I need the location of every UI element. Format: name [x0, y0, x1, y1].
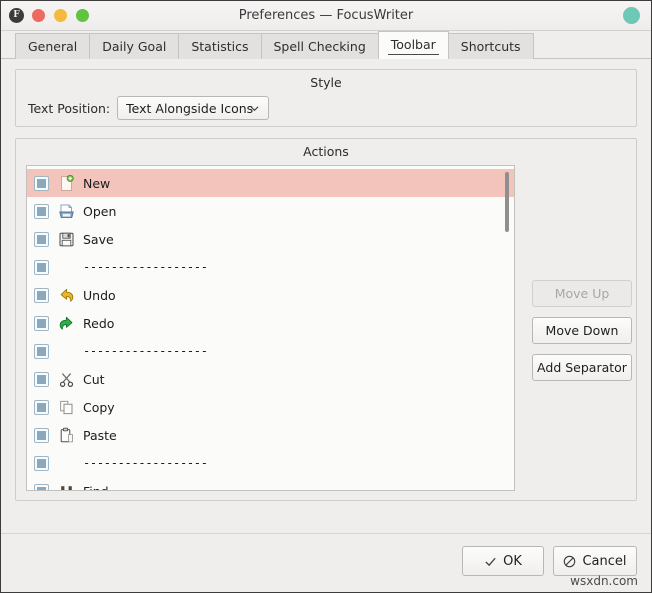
preferences-window: F Preferences — FocusWriter General Daily… — [0, 0, 652, 593]
action-label: Copy — [83, 399, 115, 415]
action-visible-checkbox[interactable] — [34, 203, 49, 219]
action-visible-checkbox[interactable] — [34, 287, 49, 303]
action-label: Cut — [83, 371, 105, 387]
tab-statistics[interactable]: Statistics — [178, 33, 262, 59]
action-label: Undo — [83, 287, 116, 303]
actions-inner: New Open Save ------------------ Undo Redo ---… — [26, 165, 632, 491]
action-row[interactable]: New — [27, 169, 514, 197]
actions-list-scrollbar[interactable] — [503, 168, 511, 488]
actions-groupbox-title: Actions — [303, 144, 349, 159]
tab-label: Statistics — [191, 39, 249, 54]
action-visible-checkbox[interactable] — [34, 231, 49, 247]
style-groupbox: Style Text Position: Text Alongside Icon… — [15, 69, 637, 127]
move-down-button[interactable]: Move Down — [532, 317, 632, 344]
move-up-button[interactable]: Move Up — [532, 280, 632, 307]
action-separator-row[interactable]: ------------------ — [27, 253, 514, 281]
open-folder-icon — [58, 203, 75, 220]
tab-toolbar[interactable]: Toolbar — [377, 31, 449, 59]
ok-button[interactable]: OK — [462, 546, 544, 576]
tab-general[interactable]: General — [15, 33, 91, 59]
add-separator-button[interactable]: Add Separator — [532, 354, 632, 381]
action-visible-checkbox[interactable] — [34, 259, 49, 275]
action-label: Paste — [83, 427, 117, 443]
text-position-label: Text Position: — [28, 100, 111, 116]
action-label: Open — [83, 203, 117, 219]
action-visible-checkbox[interactable] — [34, 371, 49, 387]
title-bar: F Preferences — FocusWriter — [1, 1, 651, 31]
maximize-button[interactable] — [76, 9, 89, 22]
style-groupbox-title: Style — [310, 75, 342, 90]
minimize-button[interactable] — [54, 9, 67, 22]
preferences-pane: Style Text Position: Text Alongside Icon… — [1, 59, 651, 533]
actions-side-buttons: Move Up Move Down Add Separator — [515, 165, 632, 491]
action-label: Save — [83, 231, 114, 247]
actions-list[interactable]: New Open Save ------------------ Undo Redo ---… — [26, 165, 515, 491]
actions-list-scrollbar-thumb[interactable] — [505, 172, 509, 232]
tab-bar: General Daily Goal Statistics Spell Checkin… — [1, 31, 651, 59]
check-icon — [484, 555, 497, 568]
action-row[interactable]: Open — [27, 197, 514, 225]
titlebar-accent-circle-icon — [623, 7, 640, 24]
action-label: Find — [83, 483, 109, 491]
scissors-icon — [58, 371, 75, 388]
text-position-row: Text Position: Text Alongside Icons — [16, 96, 636, 120]
tab-shortcuts[interactable]: Shortcuts — [447, 33, 534, 59]
action-label: New — [83, 175, 111, 191]
tab-label: Daily Goal — [102, 39, 167, 54]
tab-label: Toolbar — [390, 37, 436, 52]
cancel-button-label: Cancel — [582, 553, 627, 569]
action-label: ------------------ — [83, 260, 208, 274]
action-visible-checkbox[interactable] — [34, 315, 49, 331]
action-row[interactable]: Save — [27, 225, 514, 253]
action-row[interactable]: Undo — [27, 281, 514, 309]
text-position-value: Text Alongside Icons — [126, 100, 254, 116]
action-label: ------------------ — [83, 344, 208, 358]
close-button[interactable] — [32, 9, 45, 22]
tab-label: Spell Checking — [273, 39, 366, 54]
floppy-disk-icon — [58, 231, 75, 248]
action-visible-checkbox[interactable] — [34, 483, 49, 490]
action-separator-row[interactable]: ------------------ — [27, 337, 514, 365]
action-visible-checkbox[interactable] — [34, 175, 49, 191]
action-row[interactable]: Find — [27, 477, 514, 491]
dialog-footer: OK Cancel wsxdn.com — [1, 533, 651, 592]
new-document-icon — [58, 174, 75, 192]
tab-daily-goal[interactable]: Daily Goal — [89, 33, 180, 59]
action-visible-checkbox[interactable] — [34, 455, 49, 471]
tab-label: Shortcuts — [460, 39, 521, 54]
tab-active-underline — [387, 54, 439, 55]
text-position-select[interactable]: Text Alongside Icons — [117, 96, 270, 120]
actions-groupbox: Actions New Open Save ------------------ Und… — [15, 138, 637, 501]
action-label: Redo — [83, 315, 115, 331]
redo-arrow-icon — [58, 315, 75, 332]
no-entry-icon — [563, 555, 576, 568]
clipboard-icon — [58, 427, 75, 444]
watermark: wsxdn.com — [570, 574, 638, 588]
ok-button-label: OK — [503, 553, 522, 569]
binoculars-icon — [58, 483, 75, 490]
app-logo-icon: F — [9, 8, 24, 23]
undo-arrow-icon — [58, 287, 75, 304]
cancel-button[interactable]: Cancel — [553, 546, 637, 576]
action-visible-checkbox[interactable] — [34, 427, 49, 443]
tab-label: General — [28, 39, 78, 54]
actions-list-body: New Open Save ------------------ Undo Redo ---… — [27, 166, 514, 491]
tab-spell-checking[interactable]: Spell Checking — [260, 33, 379, 59]
chevron-down-icon — [250, 104, 259, 113]
action-row[interactable]: Copy — [27, 393, 514, 421]
action-label: ------------------ — [83, 456, 208, 470]
window-title: Preferences — FocusWriter — [238, 8, 414, 23]
action-separator-row[interactable]: ------------------ — [27, 449, 514, 477]
action-visible-checkbox[interactable] — [34, 399, 49, 415]
action-visible-checkbox[interactable] — [34, 343, 49, 359]
action-row[interactable]: Redo — [27, 309, 514, 337]
action-row[interactable]: Paste — [27, 421, 514, 449]
copy-pages-icon — [58, 399, 75, 416]
action-row[interactable]: Cut — [27, 365, 514, 393]
